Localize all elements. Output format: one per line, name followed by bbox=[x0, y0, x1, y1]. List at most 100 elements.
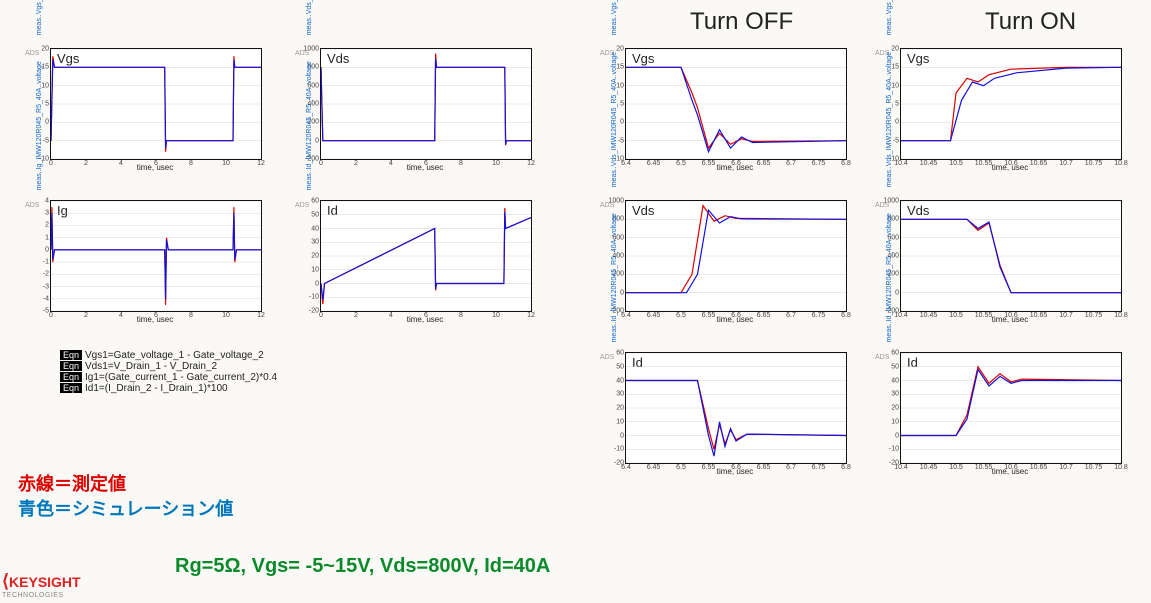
plot-svg bbox=[321, 49, 531, 159]
equation-line: EqnVds1=V_Drain_1 - V_Drain_2 bbox=[60, 361, 277, 372]
legend-blue: 青色＝シミュレーション値 bbox=[18, 495, 233, 521]
plot-area: Vds-200020040060080010006.46.456.56.556.… bbox=[625, 200, 847, 312]
y-tick: -5 bbox=[618, 137, 626, 144]
plot-area: Id-20-100102030405060024681012 bbox=[320, 200, 532, 312]
chart-vgs_full: Vgs-10-505101520024681012ADSmeas..Vgs_IM… bbox=[50, 48, 260, 158]
y-axis-label: meas..Id_IMW120R045_R5_40A..voltage bbox=[886, 213, 893, 342]
y-tick: 10 bbox=[891, 418, 901, 425]
y-tick: -3 bbox=[43, 283, 51, 290]
chart-ig_full: Ig-5-4-3-2-101234024681012ADSmeas..Ig_IM… bbox=[50, 200, 260, 310]
x-axis-label: time, usec bbox=[625, 315, 845, 324]
plot-svg bbox=[626, 49, 846, 159]
series-sim bbox=[626, 67, 846, 151]
y-tick: -5 bbox=[43, 137, 51, 144]
y-axis-label: meas..Vgs_IMW120R045_R5_40A..voltage bbox=[886, 0, 893, 35]
brand-name: KEYSIGHT bbox=[9, 574, 81, 590]
plot-svg bbox=[901, 201, 1121, 311]
y-tick: -2 bbox=[43, 271, 51, 278]
y-tick: 10 bbox=[311, 266, 321, 273]
series-measured bbox=[626, 381, 846, 450]
plot-svg bbox=[51, 201, 261, 311]
y-tick: 30 bbox=[891, 391, 901, 398]
plot-svg bbox=[626, 353, 846, 463]
x-axis-label: time, usec bbox=[900, 163, 1120, 172]
y-axis-label: meas..Ig_IMW120R045_R5_40A..voltage bbox=[36, 61, 43, 190]
chart-id_off: Id-20-1001020304050606.46.456.56.556.66.… bbox=[625, 352, 845, 462]
plot-area: Ig-5-4-3-2-101234024681012 bbox=[50, 200, 262, 312]
y-tick: -10 bbox=[614, 446, 626, 453]
chart-vds_full: Vds-20002004006008001000024681012ADSmeas… bbox=[320, 48, 530, 158]
plot-area: Vds-2000200400600800100010.410.4510.510.… bbox=[900, 200, 1122, 312]
header-turn-off: Turn OFF bbox=[690, 8, 793, 36]
y-tick: 40 bbox=[891, 377, 901, 384]
plot-area: Vgs-10-505101520024681012 bbox=[50, 48, 262, 160]
plot-area: Vgs-10-50510152010.410.4510.510.5510.610… bbox=[900, 48, 1122, 160]
plot-area: Vds-20002004006008001000024681012 bbox=[320, 48, 532, 160]
x-axis-label: time, usec bbox=[900, 315, 1120, 324]
y-tick: 20 bbox=[891, 405, 901, 412]
ads-tag: ADS bbox=[295, 202, 309, 209]
equation-line: EqnIg1=(Gate_current_1 - Gate_current_2)… bbox=[60, 372, 277, 383]
x-axis-label: time, usec bbox=[625, 163, 845, 172]
y-tick: 60 bbox=[616, 350, 626, 357]
x-axis-label: time, usec bbox=[50, 163, 260, 172]
y-axis-label: meas..Vgs_IMW120R045_R5_40A..voltage bbox=[36, 0, 43, 35]
series-measured bbox=[51, 207, 261, 305]
y-tick: 40 bbox=[311, 225, 321, 232]
ads-tag: ADS bbox=[875, 354, 889, 361]
plot-svg bbox=[901, 353, 1121, 463]
chart-vds_off: Vds-200020040060080010006.46.456.56.556.… bbox=[625, 200, 845, 310]
series-sim bbox=[901, 370, 1121, 436]
y-axis-label: meas..Id_IMW120R045_R5_40A..voltage bbox=[306, 61, 313, 190]
brand-sub: TECHNOLOGIES bbox=[2, 592, 81, 599]
plot-area: Id-20-1001020304050606.46.456.56.556.66.… bbox=[625, 352, 847, 464]
conditions-text: Rg=5Ω, Vgs= -5~15V, Vds=800V, Id=40A bbox=[175, 555, 550, 578]
y-axis-label: meas..Id_IMW120R045_R5_40A..voltage bbox=[611, 213, 618, 342]
y-tick: -1 bbox=[43, 259, 51, 266]
x-axis-label: time, usec bbox=[320, 163, 530, 172]
chart-vds_on: Vds-2000200400600800100010.410.4510.510.… bbox=[900, 200, 1120, 310]
y-tick: 10 bbox=[616, 418, 626, 425]
series-measured bbox=[901, 367, 1121, 436]
chart-id_full: Id-20-100102030405060024681012ADSmeas..I… bbox=[320, 200, 530, 310]
chart-vgs_on: Vgs-10-50510152010.410.4510.510.5510.610… bbox=[900, 48, 1120, 158]
y-tick: -5 bbox=[893, 137, 901, 144]
y-tick: 50 bbox=[311, 211, 321, 218]
plot-area: Id-20-10010203040506010.410.4510.510.551… bbox=[900, 352, 1122, 464]
legend-red: 赤線＝測定値 bbox=[18, 470, 126, 496]
y-axis-label: meas..Vds_IMW120R045_R5_40A..voltage bbox=[306, 0, 313, 35]
equation-line: EqnId1=(I_Drain_2 - I_Drain_1)*100 bbox=[60, 383, 277, 394]
series-sim bbox=[51, 213, 261, 299]
chart-id_on: Id-20-10010203040506010.410.4510.510.551… bbox=[900, 352, 1120, 462]
y-axis-label: meas..Vgs_IMW120R045_R5_40A..voltage bbox=[611, 0, 618, 35]
y-tick: 60 bbox=[891, 350, 901, 357]
ads-tag: ADS bbox=[25, 202, 39, 209]
y-tick: 50 bbox=[616, 363, 626, 370]
ads-tag: ADS bbox=[25, 50, 39, 57]
plot-svg bbox=[626, 201, 846, 311]
plot-svg bbox=[321, 201, 531, 311]
y-tick: 20 bbox=[311, 253, 321, 260]
y-tick: 40 bbox=[616, 377, 626, 384]
y-tick: -10 bbox=[309, 294, 321, 301]
y-tick: -10 bbox=[889, 446, 901, 453]
plot-svg bbox=[51, 49, 261, 159]
x-axis-label: time, usec bbox=[625, 467, 845, 476]
y-axis-label: meas..Vds_IMW120R045_R5_40A..voltage bbox=[886, 52, 893, 187]
ads-tag: ADS bbox=[875, 202, 889, 209]
y-tick: 20 bbox=[616, 405, 626, 412]
series-sim bbox=[626, 210, 846, 293]
y-tick: 60 bbox=[311, 198, 321, 205]
plot-area: Vgs-10-5051015206.46.456.56.556.66.656.7… bbox=[625, 48, 847, 160]
y-tick: -4 bbox=[43, 295, 51, 302]
header-turn-on: Turn ON bbox=[985, 8, 1076, 36]
series-sim bbox=[626, 381, 846, 457]
ads-tag: ADS bbox=[600, 354, 614, 361]
y-tick: 20 bbox=[41, 46, 51, 53]
x-axis-label: time, usec bbox=[320, 315, 530, 324]
page: { "headers":{"turn_off":"Turn OFF","turn… bbox=[0, 0, 1151, 603]
x-axis-label: time, usec bbox=[50, 315, 260, 324]
plot-svg bbox=[901, 49, 1121, 159]
y-axis-label: meas..Vds_IMW120R045_R5_40A..voltage bbox=[611, 52, 618, 187]
series-sim bbox=[321, 58, 531, 144]
